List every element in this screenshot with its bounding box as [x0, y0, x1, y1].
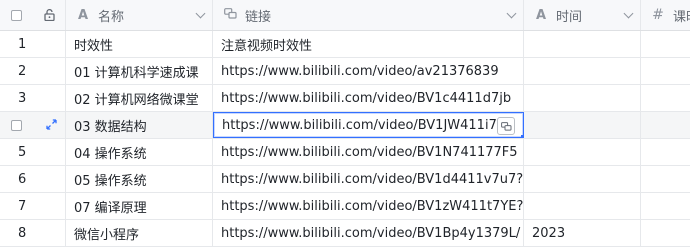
time-cell[interactable] — [524, 85, 641, 111]
number-type-icon: # — [652, 7, 664, 23]
table-row[interactable]: 1 时效性 注意视频时效性 — [0, 31, 690, 58]
lesson-cell[interactable] — [641, 166, 690, 192]
copy-icon[interactable] — [497, 117, 515, 135]
name-cell[interactable]: 01 计算机科学速成课 — [66, 58, 213, 84]
text-type-icon: A — [77, 7, 89, 23]
text-type-icon: A — [535, 7, 547, 23]
row-index: 7 — [0, 193, 66, 219]
column-header-name[interactable]: A 名称 — [66, 0, 213, 30]
link-cell-text: https://www.bilibili.com/video/BV1JW411i… — [222, 117, 514, 133]
link-cell[interactable]: https://www.bilibili.com/video/av2137683… — [213, 58, 524, 84]
unlock-icon[interactable] — [43, 9, 55, 21]
table-row[interactable]: 5 04 操作系统 https://www.bilibili.com/video… — [0, 139, 690, 166]
column-header-link[interactable]: 链接 — [213, 0, 524, 30]
row-index: 6 — [0, 166, 66, 192]
table-row[interactable]: 8 微信小程序 https://www.bilibili.com/video/B… — [0, 220, 690, 247]
table-row[interactable]: 2 01 计算机科学速成课 https://www.bilibili.com/v… — [0, 58, 690, 85]
lock-cell[interactable] — [33, 0, 66, 30]
column-header-time-label: 时间 — [556, 9, 583, 25]
row-index: 5 — [0, 139, 66, 165]
link-cell[interactable]: https://www.bilibili.com/video/BV1Bp4y13… — [213, 220, 524, 246]
name-cell[interactable]: 微信小程序 — [66, 220, 213, 246]
name-cell[interactable]: 04 操作系统 — [66, 139, 213, 165]
name-cell[interactable]: 05 操作系统 — [66, 166, 213, 192]
row-index: 1 — [0, 31, 66, 57]
chevron-down-icon[interactable] — [506, 8, 517, 19]
table-row[interactable]: 3 02 计算机网络微课堂 https://www.bilibili.com/v… — [0, 85, 690, 112]
table-row[interactable]: 7 07 编译原理 https://www.bilibili.com/video… — [0, 193, 690, 220]
chevron-down-icon[interactable] — [195, 8, 206, 19]
row-index: 3 — [0, 85, 66, 111]
table-row-hovered[interactable]: 03 数据结构 https://www.bilibili.com/video/B… — [0, 112, 690, 139]
lesson-cell[interactable] — [641, 112, 690, 138]
column-header-lesson[interactable]: # 课时 — [641, 0, 690, 30]
name-cell[interactable]: 03 数据结构 — [66, 112, 213, 138]
lesson-cell[interactable] — [641, 220, 690, 246]
link-cell[interactable]: https://www.bilibili.com/video/BV1N74117… — [213, 139, 524, 165]
row-index: 2 — [0, 58, 66, 84]
select-all-checkbox[interactable] — [11, 9, 22, 21]
time-cell[interactable] — [524, 112, 641, 138]
time-cell[interactable] — [524, 166, 641, 192]
name-cell[interactable]: 02 计算机网络微课堂 — [66, 85, 213, 111]
table-row[interactable]: 6 05 操作系统 https://www.bilibili.com/video… — [0, 166, 690, 193]
chevron-down-icon[interactable] — [623, 8, 634, 19]
column-header-link-label: 链接 — [245, 9, 272, 25]
link-cell[interactable]: https://www.bilibili.com/video/BV1d4411v… — [213, 166, 524, 192]
column-header-time[interactable]: A 时间 — [524, 0, 641, 30]
link-cell-selected[interactable]: https://www.bilibili.com/video/BV1JW411i… — [213, 112, 524, 138]
link-cell[interactable]: 注意视频时效性 — [213, 31, 524, 57]
column-header-lesson-label: 课时 — [673, 9, 690, 25]
lesson-cell[interactable] — [641, 139, 690, 165]
row-index: 8 — [0, 220, 66, 246]
select-all-cell[interactable] — [0, 0, 33, 30]
name-cell[interactable]: 时效性 — [66, 31, 213, 57]
lesson-cell[interactable] — [641, 193, 690, 219]
time-cell[interactable] — [524, 31, 641, 57]
lesson-cell[interactable] — [641, 31, 690, 57]
header-row: A 名称 链接 A 时间 # 课时 — [0, 0, 690, 31]
lesson-cell[interactable] — [641, 58, 690, 84]
time-cell[interactable] — [524, 139, 641, 165]
expand-icon[interactable] — [46, 119, 57, 130]
link-cell[interactable]: https://www.bilibili.com/video/BV1c4411d… — [213, 85, 524, 111]
row-checkbox[interactable] — [11, 120, 22, 131]
link-cell[interactable]: https://www.bilibili.com/video/BV1zW411t… — [213, 193, 524, 219]
time-cell[interactable]: 2023 — [524, 220, 641, 246]
time-cell[interactable] — [524, 58, 641, 84]
lesson-cell[interactable] — [641, 85, 690, 111]
link-type-icon — [221, 8, 239, 22]
data-grid: A 名称 链接 A 时间 # 课时 1 时效性 注意视频时效性 — [0, 0, 690, 247]
time-cell[interactable] — [524, 193, 641, 219]
column-header-name-label: 名称 — [98, 9, 125, 25]
name-cell[interactable]: 07 编译原理 — [66, 193, 213, 219]
